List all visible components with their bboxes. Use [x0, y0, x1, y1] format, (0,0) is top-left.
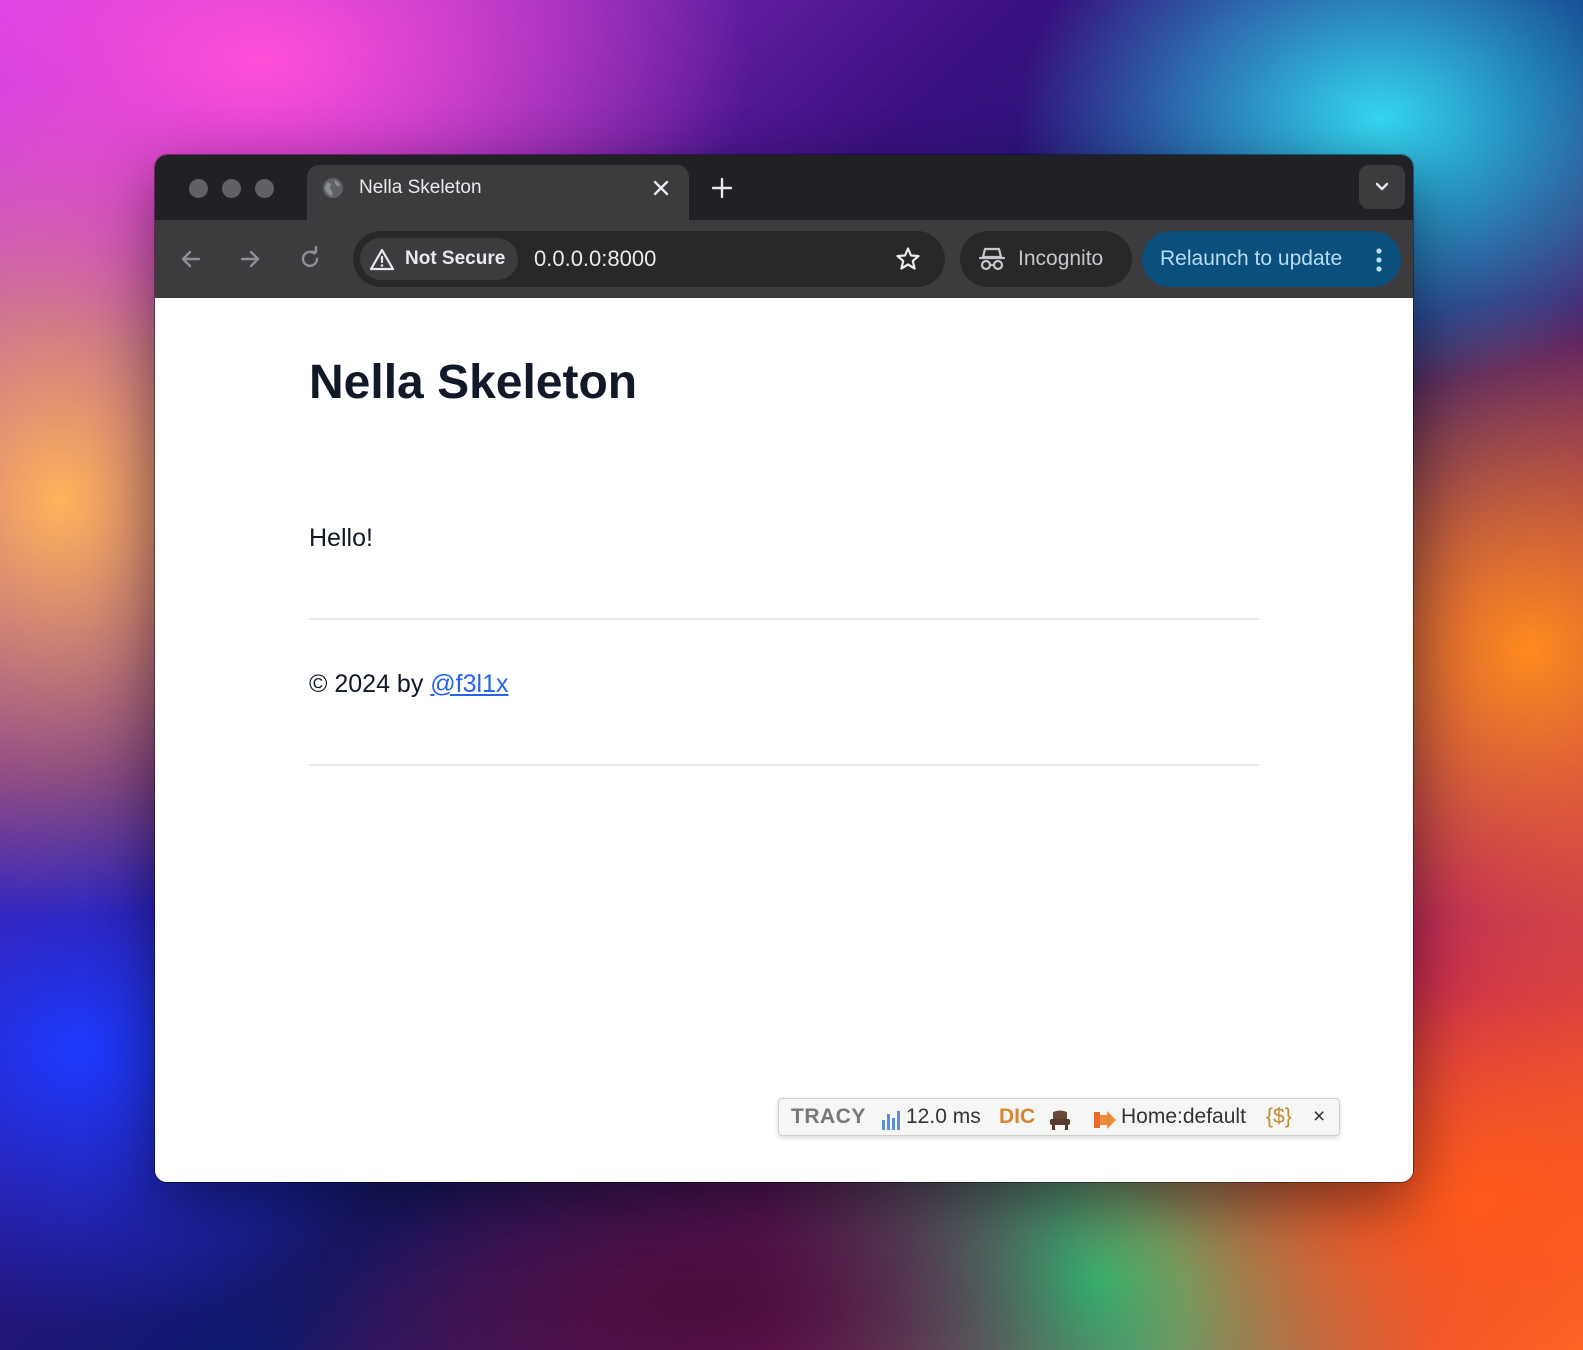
tab-title: Nella Skeleton	[359, 177, 482, 198]
incognito-icon	[978, 247, 1006, 271]
minimize-window-button[interactable]	[222, 179, 241, 198]
body-text: Hello!	[309, 524, 373, 552]
tracy-session-panel[interactable]: {$}	[1266, 1104, 1292, 1130]
close-icon[interactable]	[649, 176, 673, 200]
security-chip-label: Not Secure	[405, 248, 506, 269]
tracy-time[interactable]: 12.0 ms	[906, 1104, 981, 1130]
tracy-debug-bar[interactable]: TRACY 12.0 ms DIC Home:default {$} ×	[778, 1098, 1340, 1136]
footer: © 2024 by @f3l1x	[309, 668, 508, 700]
author-link[interactable]: @f3l1x	[430, 670, 508, 698]
forward-arrow-icon[interactable]	[237, 246, 263, 272]
tracy-close-button[interactable]: ×	[1313, 1104, 1325, 1130]
close-window-button[interactable]	[189, 179, 208, 198]
bar-chart-icon[interactable]	[881, 1107, 901, 1133]
tracy-route[interactable]: Home:default	[1121, 1104, 1246, 1130]
url-text[interactable]: 0.0.0.0:8000	[534, 246, 656, 272]
tab-nella-skeleton[interactable]: Nella Skeleton	[307, 165, 689, 220]
address-bar[interactable]: Not Secure 0.0.0.0:8000	[353, 231, 945, 287]
tracy-logo: TRACY	[791, 1105, 866, 1128]
relaunch-to-update-button[interactable]: Relaunch to update	[1142, 231, 1401, 287]
browser-window: Nella Skeleton Not Secure 0.0.0.0:8000 I…	[155, 155, 1413, 1182]
divider-bottom	[309, 764, 1259, 766]
globe-icon	[323, 178, 343, 198]
back-arrow-icon[interactable]	[178, 246, 204, 272]
star-icon[interactable]	[895, 246, 921, 272]
route-arrow-icon[interactable]	[1093, 1107, 1117, 1133]
tab-strip: Nella Skeleton	[155, 155, 1413, 220]
incognito-label: Incognito	[1018, 247, 1104, 270]
page-content: Nella Skeleton Hello! © 2024 by @f3l1x T…	[155, 298, 1413, 1182]
tab-search-button[interactable]	[1359, 165, 1405, 209]
chair-icon[interactable]	[1048, 1107, 1072, 1133]
incognito-indicator[interactable]: Incognito	[960, 231, 1132, 287]
footer-copyright: © 2024 by	[309, 670, 431, 698]
zoom-window-button[interactable]	[255, 179, 274, 198]
warning-icon	[369, 248, 395, 271]
more-vert-icon[interactable]	[1375, 247, 1383, 273]
divider-top	[309, 618, 1259, 620]
relaunch-label: Relaunch to update	[1160, 247, 1343, 270]
tracy-dic-panel[interactable]: DIC	[999, 1104, 1035, 1130]
toolbar: Not Secure 0.0.0.0:8000 Incognito Relaun…	[155, 220, 1413, 298]
security-chip[interactable]: Not Secure	[360, 238, 518, 280]
chevron-down-icon	[1375, 182, 1389, 191]
plus-icon[interactable]	[709, 175, 735, 201]
reload-icon[interactable]	[297, 246, 323, 272]
page-title: Nella Skeleton	[309, 356, 638, 409]
